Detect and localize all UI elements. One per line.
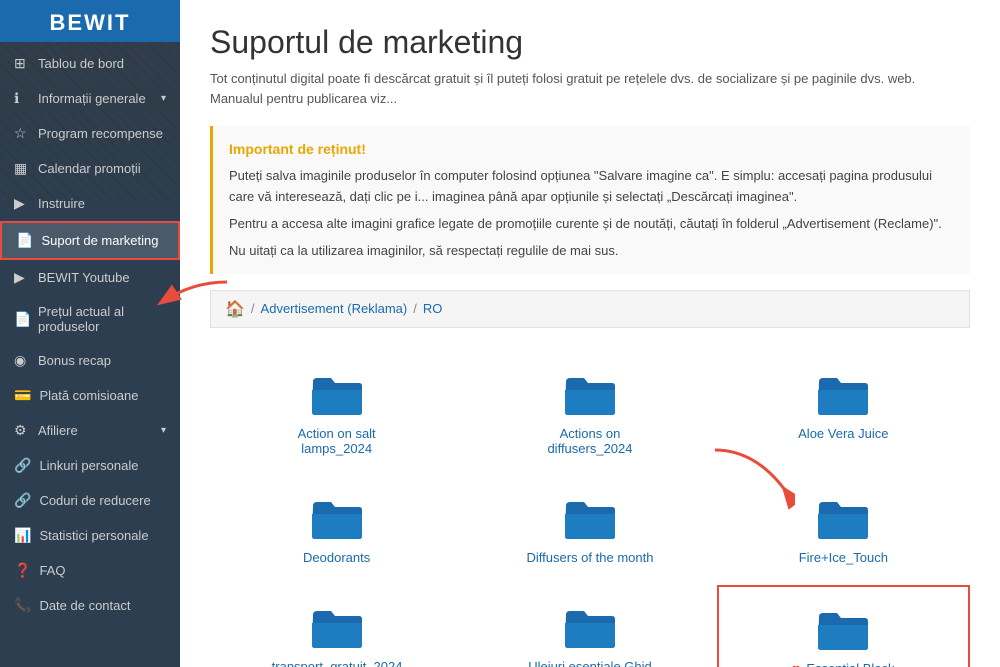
breadcrumb: 🏠 / Advertisement (Reklama) / RO [210, 290, 970, 328]
breadcrumb-separator: / [251, 301, 255, 316]
document-icon: 📄 [16, 232, 33, 249]
info-title: Important de reținut! [229, 138, 954, 160]
star-icon: ☆ [14, 125, 30, 142]
main-content: Suportul de marketing Tot conținutul dig… [180, 0, 1000, 667]
stats-icon: 📊 [14, 527, 31, 544]
sidebar-item-label: Afiliere [38, 423, 78, 438]
sidebar-item-label: Linkuri personale [39, 458, 138, 473]
sidebar-item-informatii[interactable]: ℹ Informații generale ▾ [0, 81, 180, 116]
folder-label-7: transport_gratuit_2024 [272, 659, 402, 667]
folder-label-8: Uleiuri esențiale Ghid practic [525, 659, 655, 667]
info-line-2: Pentru a accesa alte imagini grafice leg… [229, 214, 954, 235]
info-icon: ℹ [14, 90, 30, 107]
sidebar-item-label: Instruire [38, 196, 85, 211]
payment-icon: 💳 [14, 387, 31, 404]
chevron-down-icon: ▾ [161, 425, 166, 436]
sidebar-item-coduri[interactable]: 🔗 Coduri de reducere [0, 483, 180, 518]
folder-icon-3 [815, 372, 871, 418]
sidebar-item-calendar[interactable]: ▦ Calendar promoții [0, 151, 180, 186]
sidebar-item-label: Program recompense [38, 126, 163, 141]
page-subtitle: Tot conținutul digital poate fi descărca… [210, 69, 970, 108]
folder-icon-1 [309, 372, 365, 418]
page-title: Suportul de marketing [210, 24, 970, 61]
sidebar-item-label: Informații generale [38, 91, 146, 106]
sidebar-item-youtube[interactable]: ▶ BEWIT Youtube [0, 260, 180, 295]
sidebar-item-label: Tablou de bord [38, 56, 124, 71]
folder-label-5: Diffusers of the month [527, 550, 654, 565]
sidebar-item-label: Prețul actual al produselor [38, 304, 166, 334]
folder-label-4: Deodorants [303, 550, 370, 565]
info-line-1: Puteți salva imaginile produselor în com… [229, 166, 954, 208]
sidebar-item-tablou[interactable]: ⊞ Tablou de bord [0, 46, 180, 81]
bonus-icon: ◉ [14, 352, 30, 369]
youtube-icon: ▶ [14, 269, 30, 286]
sidebar-item-bonus[interactable]: ◉ Bonus recap [0, 343, 180, 378]
folder-label-3: Aloe Vera Juice [798, 426, 888, 441]
link-icon: 🔗 [14, 457, 31, 474]
sidebar-item-label: Date de contact [39, 598, 130, 613]
folder-item-4[interactable]: Deodorants [210, 476, 463, 585]
folder-label-6: Fire+Ice_Touch [799, 550, 888, 565]
folder-item-7[interactable]: transport_gratuit_2024 [210, 585, 463, 667]
sidebar-item-label: Plată comisioane [39, 388, 138, 403]
sidebar-item-faq[interactable]: ❓ FAQ [0, 553, 180, 588]
folder-item-essential[interactable]: ♥ Essential Black Friday [717, 585, 970, 667]
sidebar-navigation: ⊞ Tablou de bord ℹ Informații generale ▾… [0, 46, 180, 623]
folder-icon-5 [562, 496, 618, 542]
folder-icon-8 [562, 605, 618, 651]
calendar-icon: ▦ [14, 160, 30, 177]
sidebar-item-label: Bonus recap [38, 353, 111, 368]
sidebar-item-afiliere[interactable]: ⚙ Afiliere ▾ [0, 413, 180, 448]
folder-label-1: Action on salt lamps_2024 [272, 426, 402, 456]
folder-item-6[interactable]: Fire+Ice_Touch [717, 476, 970, 585]
folder-item-3[interactable]: Aloe Vera Juice [717, 352, 970, 476]
folder-icon-essential [815, 607, 871, 653]
sidebar-item-linkuri[interactable]: 🔗 Linkuri personale [0, 448, 180, 483]
sidebar-item-label: Statistici personale [39, 528, 148, 543]
price-icon: 📄 [14, 311, 30, 328]
folder-label-2: Actions on diffusers_2024 [525, 426, 655, 456]
folder-grid: Action on salt lamps_2024 Actions on dif… [210, 352, 970, 667]
sidebar-item-label: Coduri de reducere [39, 493, 150, 508]
folder-label-essential: ♥ Essential Black Friday [778, 661, 908, 667]
info-box: Important de reținut! Puteți salva imagi… [210, 126, 970, 274]
play-icon: ▶ [14, 195, 30, 212]
sidebar-item-instruire[interactable]: ▶ Instruire [0, 186, 180, 221]
breadcrumb-separator-2: / [413, 301, 417, 316]
logo-text: BEWIT [50, 10, 131, 36]
chevron-down-icon: ▾ [161, 93, 166, 104]
sidebar-logo[interactable]: BEWIT [0, 0, 180, 46]
folder-icon-6 [815, 496, 871, 542]
sidebar-item-statistici[interactable]: 📊 Statistici personale [0, 518, 180, 553]
info-line-3: Nu uitați ca la utilizarea imaginilor, s… [229, 241, 954, 262]
sidebar-item-label: FAQ [39, 563, 65, 578]
folder-icon-2 [562, 372, 618, 418]
faq-icon: ❓ [14, 562, 31, 579]
sidebar-item-label: Calendar promoții [38, 161, 141, 176]
folder-item-2[interactable]: Actions on diffusers_2024 [463, 352, 716, 476]
heart-icon: ♥ [792, 661, 800, 667]
grid-icon: ⊞ [14, 55, 30, 72]
phone-icon: 📞 [14, 597, 31, 614]
sidebar-item-plata[interactable]: 💳 Plată comisioane [0, 378, 180, 413]
home-icon[interactable]: 🏠 [225, 299, 245, 319]
folder-icon-7 [309, 605, 365, 651]
sidebar: BEWIT ⊞ Tablou de bord ℹ Informații gene… [0, 0, 180, 667]
afiliere-icon: ⚙ [14, 422, 30, 439]
folder-item-1[interactable]: Action on salt lamps_2024 [210, 352, 463, 476]
breadcrumb-advertisement[interactable]: Advertisement (Reklama) [261, 301, 408, 316]
folder-item-5[interactable]: Diffusers of the month [463, 476, 716, 585]
sidebar-item-contact[interactable]: 📞 Date de contact [0, 588, 180, 623]
breadcrumb-ro[interactable]: RO [423, 301, 443, 316]
folder-item-8[interactable]: Uleiuri esențiale Ghid practic [463, 585, 716, 667]
folder-icon-4 [309, 496, 365, 542]
sidebar-item-suport[interactable]: 📄 Suport de marketing [0, 221, 180, 260]
sidebar-item-label: Suport de marketing [41, 233, 158, 248]
sidebar-item-label: BEWIT Youtube [38, 270, 130, 285]
sidebar-item-pret[interactable]: 📄 Prețul actual al produselor [0, 295, 180, 343]
code-icon: 🔗 [14, 492, 31, 509]
sidebar-item-program[interactable]: ☆ Program recompense [0, 116, 180, 151]
